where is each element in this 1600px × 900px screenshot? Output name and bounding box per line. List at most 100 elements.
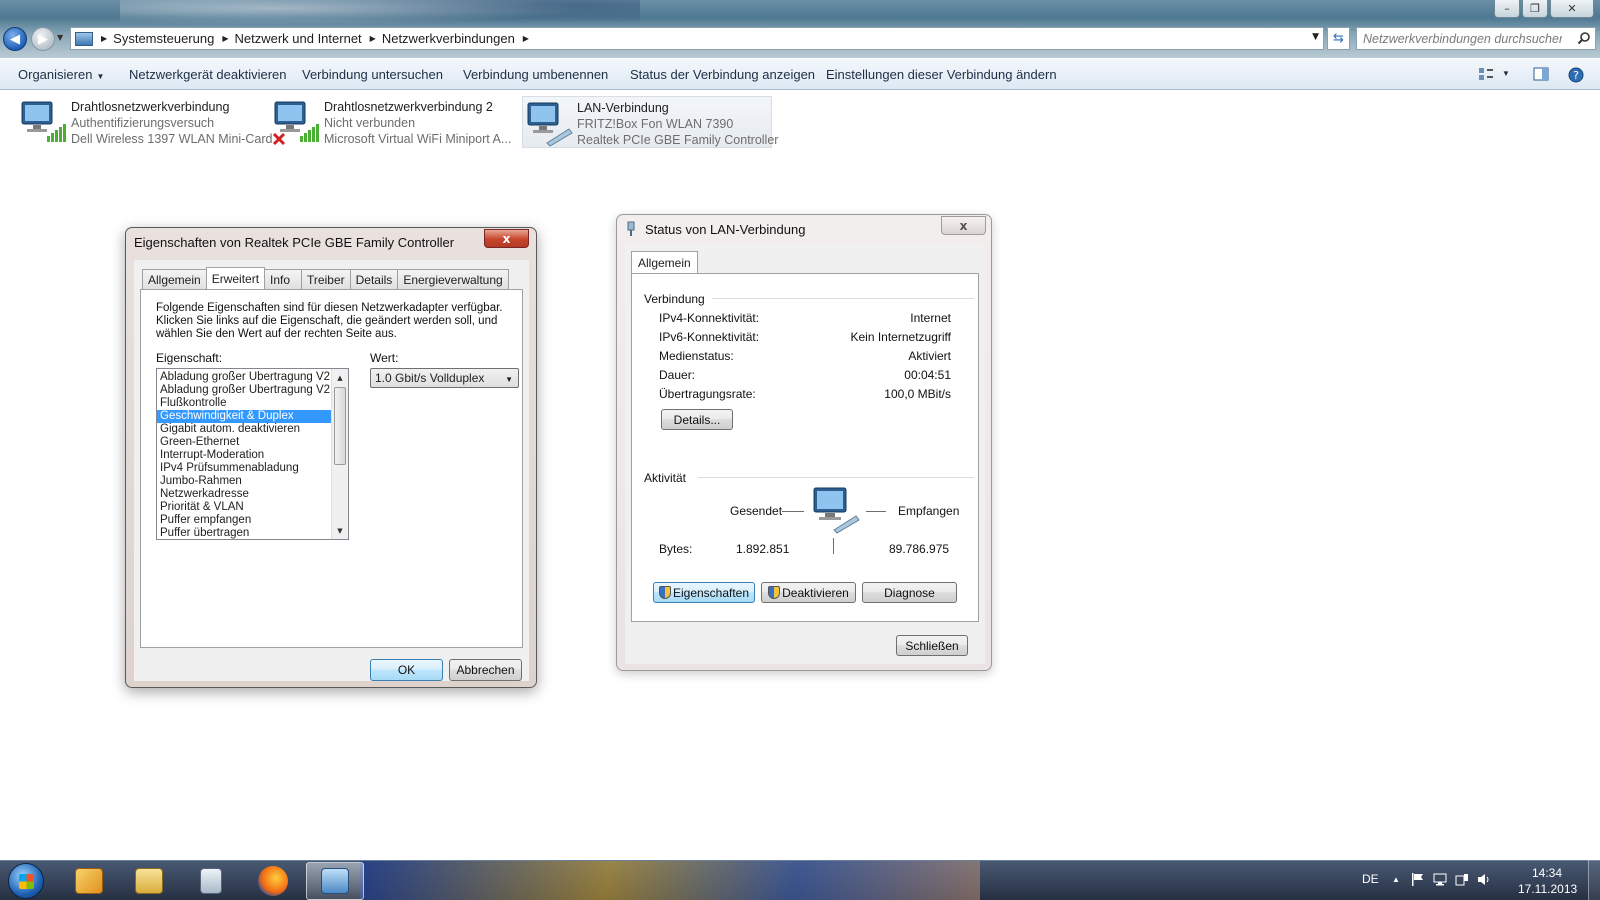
- change-settings-button[interactable]: Einstellungen dieser Verbindung ändern: [826, 67, 1057, 82]
- clock-time[interactable]: 14:34: [1532, 866, 1562, 880]
- taskbar-app-calculator[interactable]: [182, 862, 240, 900]
- address-bar[interactable]: ▶ Systemsteuerung ▶ Netzwerk und Interne…: [70, 27, 1324, 50]
- intro-text-line: Klicken Sie links auf die Eigenschaft, d…: [156, 315, 498, 327]
- properties-button[interactable]: Eigenschaften: [653, 582, 755, 603]
- connection-name: Drahtlosnetzwerkverbindung: [71, 100, 230, 114]
- breadcrumb-netzwerkverbindungen[interactable]: Netzwerkverbindungen: [382, 31, 515, 46]
- forward-button[interactable]: ▶: [31, 27, 55, 51]
- connection-item-lan[interactable]: LAN-Verbindung FRITZ!Box Fon WLAN 7390 R…: [522, 96, 778, 148]
- action-center-flag-icon[interactable]: [1411, 873, 1425, 886]
- tab-allgemein[interactable]: Allgemein: [631, 251, 698, 273]
- chevron-down-icon[interactable]: ▼: [1502, 69, 1510, 78]
- show-desktop-button[interactable]: [1588, 860, 1600, 900]
- disable-button[interactable]: Deaktivieren: [761, 582, 856, 603]
- volume-icon[interactable]: [1477, 873, 1491, 886]
- list-item[interactable]: Abladung großer Übertragung V2 (IP: [157, 384, 332, 397]
- refresh-button[interactable]: ⇆: [1327, 27, 1350, 50]
- tab-erweitert[interactable]: Erweitert: [205, 267, 266, 289]
- duration-value: 00:04:51: [904, 368, 951, 382]
- diagnose-connection-button[interactable]: Verbindung untersuchen: [302, 67, 443, 82]
- preview-pane-icon[interactable]: [1533, 67, 1549, 81]
- clock-date[interactable]: 17.11.2013: [1518, 882, 1577, 896]
- tab-allgemein[interactable]: Allgemein: [142, 269, 207, 289]
- chevron-down-icon: ▼: [505, 375, 513, 384]
- tab-energieverwaltung[interactable]: Energieverwaltung: [397, 269, 509, 289]
- start-button[interactable]: [8, 863, 44, 899]
- taskbar-app-firefox[interactable]: [244, 862, 302, 900]
- dialog-body: Allgemein Verbindung IPv4-Konnektivität:…: [625, 245, 985, 664]
- list-item[interactable]: Green-Ethernet: [157, 436, 332, 449]
- speed-value: 100,0 MBit/s: [884, 387, 951, 401]
- adapter-properties-dialog: Eigenschaften von Realtek PCIe GBE Famil…: [125, 227, 537, 688]
- disable-device-button[interactable]: Netzwerkgerät deaktivieren: [129, 67, 287, 82]
- bytes-divider: [833, 538, 834, 554]
- breadcrumb-netzwerk-und-internet[interactable]: Netzwerk und Internet: [234, 31, 361, 46]
- recent-pages-dropdown[interactable]: ▼: [57, 33, 63, 42]
- list-item[interactable]: Gigabit autom. deaktivieren: [157, 423, 332, 436]
- connection-device: Realtek PCIe GBE Family Controller: [577, 133, 779, 147]
- list-item[interactable]: Interrupt-Moderation: [157, 449, 332, 462]
- connection-item-wireless-2[interactable]: Drahtlosnetzwerkverbindung 2 Nicht verbu…: [270, 96, 520, 148]
- list-item[interactable]: Jumbo-Rahmen: [157, 475, 332, 488]
- connection-name: LAN-Verbindung: [577, 101, 669, 115]
- network-tray-icon[interactable]: [1433, 873, 1447, 886]
- taskbar-app-outlook[interactable]: [60, 862, 118, 900]
- search-icon[interactable]: [1577, 31, 1591, 45]
- sent-line: [782, 511, 804, 512]
- chevron-right-icon[interactable]: ▶: [370, 34, 376, 43]
- chevron-right-icon[interactable]: ▶: [523, 34, 529, 43]
- restore-button[interactable]: ❐: [1522, 0, 1548, 18]
- show-hidden-icons-icon[interactable]: ▲: [1392, 875, 1400, 884]
- bytes-sent-value: 1.892.851: [736, 542, 790, 556]
- back-button[interactable]: ◀: [3, 27, 27, 51]
- diagnose-button[interactable]: Diagnose: [862, 582, 957, 603]
- view-status-button[interactable]: Status der Verbindung anzeigen: [630, 67, 815, 82]
- devices-tray-icon[interactable]: [1455, 873, 1469, 886]
- list-item[interactable]: IPv4 Prüfsummenabladung: [157, 462, 332, 475]
- scroll-down-icon[interactable]: ▼: [332, 522, 348, 539]
- list-item-selected[interactable]: Geschwindigkeit & Duplex: [157, 410, 332, 423]
- organize-menu[interactable]: Organisieren ▼: [18, 67, 104, 82]
- chevron-down-icon[interactable]: ▼: [1312, 32, 1319, 42]
- close-button[interactable]: Schließen: [896, 635, 968, 656]
- received-label: Empfangen: [898, 504, 960, 518]
- properties-button-label: Eigenschaften: [672, 585, 750, 600]
- search-input[interactable]: [1357, 28, 1562, 49]
- details-button[interactable]: Details...: [661, 409, 733, 430]
- cancel-button[interactable]: Abbrechen: [449, 659, 522, 681]
- list-item[interactable]: Flußkontrolle: [157, 397, 332, 410]
- chevron-right-icon[interactable]: ▶: [101, 34, 107, 43]
- language-indicator[interactable]: DE: [1362, 872, 1379, 886]
- search-box[interactable]: [1356, 27, 1596, 50]
- connection-item-wireless[interactable]: Drahtlosnetzwerkverbindung Authentifizie…: [17, 96, 272, 148]
- list-item[interactable]: Puffer übertragen: [157, 527, 332, 539]
- group-divider: [712, 298, 974, 299]
- dialog-close-button[interactable]: x: [484, 229, 529, 248]
- listbox-scrollbar[interactable]: ▲ ▼: [331, 369, 348, 539]
- rename-connection-button[interactable]: Verbindung umbenennen: [463, 67, 608, 82]
- list-item[interactable]: Puffer empfangen: [157, 514, 332, 527]
- view-options-icon[interactable]: [1478, 67, 1494, 81]
- wireless-icon: [21, 101, 66, 142]
- tab-info[interactable]: Info: [264, 269, 303, 289]
- close-window-button[interactable]: ✕: [1550, 0, 1594, 18]
- outlook-icon: [75, 868, 103, 894]
- list-item[interactable]: Abladung großer Übertragung V2 (IP: [157, 371, 332, 384]
- list-item[interactable]: Netzwerkadresse: [157, 488, 332, 501]
- minimize-button[interactable]: –: [1494, 0, 1520, 18]
- list-item[interactable]: Priorität & VLAN: [157, 501, 332, 514]
- scroll-up-icon[interactable]: ▲: [332, 369, 348, 386]
- taskbar-app-explorer[interactable]: [120, 862, 178, 900]
- property-listbox[interactable]: Abladung großer Übertragung V2 (IP Ablad…: [156, 368, 349, 540]
- ok-button[interactable]: OK: [370, 659, 443, 681]
- tab-treiber[interactable]: Treiber: [301, 269, 351, 289]
- tab-details[interactable]: Details: [349, 269, 399, 289]
- wireless-disconnected-icon: [272, 101, 319, 146]
- scrollbar-thumb[interactable]: [334, 387, 346, 465]
- help-icon[interactable]: ?: [1568, 67, 1584, 83]
- value-select[interactable]: 1.0 Gbit/s Vollduplex ▼: [370, 368, 519, 388]
- chevron-right-icon[interactable]: ▶: [222, 34, 228, 43]
- breadcrumb-systemsteuerung[interactable]: Systemsteuerung: [113, 31, 214, 46]
- dialog-close-button[interactable]: x: [941, 216, 986, 235]
- taskbar-app-network-connections[interactable]: [306, 862, 364, 900]
